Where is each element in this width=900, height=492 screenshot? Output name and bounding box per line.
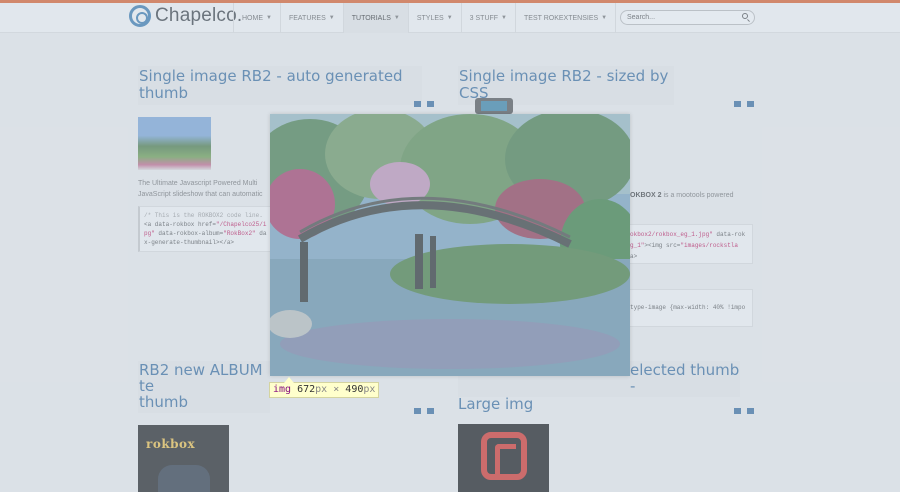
- chevron-down-icon: ▼: [328, 15, 335, 21]
- print-icon[interactable]: [414, 101, 421, 107]
- rokbox-logo-icon: [481, 432, 527, 480]
- code-string: "images/rockstla: [680, 242, 739, 249]
- code-text: x-generate-thumbnail></a>: [144, 239, 235, 246]
- email-icon[interactable]: [427, 408, 434, 414]
- nav-item-features[interactable]: FEATURES ▼: [279, 3, 343, 33]
- tooltip-separator: ×: [333, 384, 340, 395]
- chevron-down-icon: ▼: [601, 15, 608, 21]
- code-comment: /* This is the ROKBOX2 code line.: [144, 212, 263, 219]
- thumbnail-logo-text: rokbox: [146, 437, 196, 451]
- nav-label: STYLES: [416, 14, 444, 22]
- chevron-down-icon: ▼: [446, 15, 453, 21]
- print-icon[interactable]: [414, 408, 421, 414]
- print-icon[interactable]: [734, 408, 741, 414]
- code-string: okbox2/rokbox_eg_1.jpg": [630, 231, 713, 238]
- code-text: type-image {max-width: 40% !impo: [630, 304, 746, 311]
- article-tools: [734, 408, 754, 414]
- chevron-down-icon: ▼: [501, 15, 507, 21]
- nav-label: HOME: [242, 14, 263, 22]
- title-line: RB2 new ALBUM te: [139, 361, 263, 395]
- search-icon[interactable]: [742, 13, 748, 19]
- nav-item-styles[interactable]: STYLES ▼: [407, 3, 461, 33]
- nav-label: FEATURES: [288, 14, 326, 22]
- title-line: elected thumb -: [630, 361, 740, 395]
- code-text: <a data-rokbox href=: [144, 221, 217, 228]
- nav-item-tutorials[interactable]: TUTORIALS ▼: [342, 3, 408, 33]
- rokbox-thumbnail[interactable]: rokbox: [458, 424, 549, 492]
- nav-label: 3 STUFF: [469, 14, 499, 22]
- article-title[interactable]: Single image RB2 - auto generated thumb: [138, 66, 422, 105]
- email-icon[interactable]: [747, 408, 754, 414]
- css-code-block: type-image {max-width: 40% !impo: [620, 289, 753, 327]
- nav-item-3-stuff[interactable]: 3 STUFF ▼: [460, 3, 515, 33]
- nav-label: TUTORIALS: [351, 14, 391, 22]
- code-text: data-rokbox-album=: [154, 230, 224, 237]
- code-text: data-rok: [712, 231, 746, 238]
- article-intro: OKBOX 2 is a mootools powered: [630, 192, 734, 199]
- logo-text: Chapelco.: [155, 5, 243, 26]
- rokbox-thumbnail[interactable]: rokbox: [138, 425, 229, 492]
- lightbox-tint: [270, 114, 630, 376]
- code-string: "RokBox2": [223, 230, 256, 237]
- email-icon[interactable]: [747, 101, 754, 107]
- code-string: pg": [144, 230, 155, 237]
- code-text: da: [255, 230, 267, 237]
- title-line: Large img: [458, 395, 534, 413]
- print-icon[interactable]: [734, 101, 741, 107]
- article-tools: [414, 408, 434, 414]
- lightbox-image[interactable]: [270, 114, 630, 376]
- tooltip-width: 672: [297, 384, 316, 395]
- chevron-down-icon: ▼: [266, 15, 272, 21]
- tooltip-tag: img: [273, 384, 292, 395]
- logo-icon: [129, 5, 151, 27]
- email-icon[interactable]: [427, 101, 434, 107]
- chevron-down-icon: ▼: [393, 15, 400, 21]
- search-placeholder: Search...: [627, 14, 656, 21]
- image-dimension-tooltip: img 672px × 490px: [269, 377, 380, 398]
- article-tools: [414, 101, 434, 107]
- article-tools: [734, 101, 754, 107]
- thumbnail-image[interactable]: [475, 98, 513, 114]
- intro-bold: OKBOX 2: [630, 192, 662, 199]
- title-line: thumb: [139, 393, 189, 411]
- main-menu: HOME ▼ FEATURES ▼ TUTORIALS ▼ STYLES ▼ 3 STU…: [233, 3, 617, 33]
- article-title[interactable]: RB2 new ALBUM te thumb: [138, 361, 270, 413]
- site-logo[interactable]: Chapelco.: [129, 5, 242, 27]
- nav-item-test-rokextensies[interactable]: TEST ROKEXTENSIES ▼: [515, 3, 617, 33]
- thumbnail-image[interactable]: [138, 117, 211, 170]
- article-selected-thumb: elected thumb - Large img rokbox: [458, 361, 754, 492]
- code-block: okbox2/rokbox_eg_1.jpg" data-rok g_1"><i…: [620, 224, 753, 264]
- code-text: a>: [630, 253, 638, 260]
- nav-item-home[interactable]: HOME ▼: [233, 3, 280, 33]
- code-string: g_1": [630, 242, 645, 249]
- tooltip-unit: px: [315, 384, 328, 395]
- tooltip-height: 490: [345, 384, 364, 395]
- tooltip-unit: px: [363, 384, 376, 395]
- nav-label: TEST ROKEXTENSIES: [524, 14, 599, 22]
- figure-illustration: [158, 465, 210, 492]
- top-navbar: Chapelco. HOME ▼ FEATURES ▼ TUTORIALS ▼ STY…: [0, 3, 900, 33]
- code-string: "/Chapelco25/i: [216, 221, 267, 228]
- code-text: ><img src=: [644, 242, 681, 249]
- intro-text: is a mootools powered: [661, 192, 734, 199]
- search-input[interactable]: Search...: [620, 10, 755, 25]
